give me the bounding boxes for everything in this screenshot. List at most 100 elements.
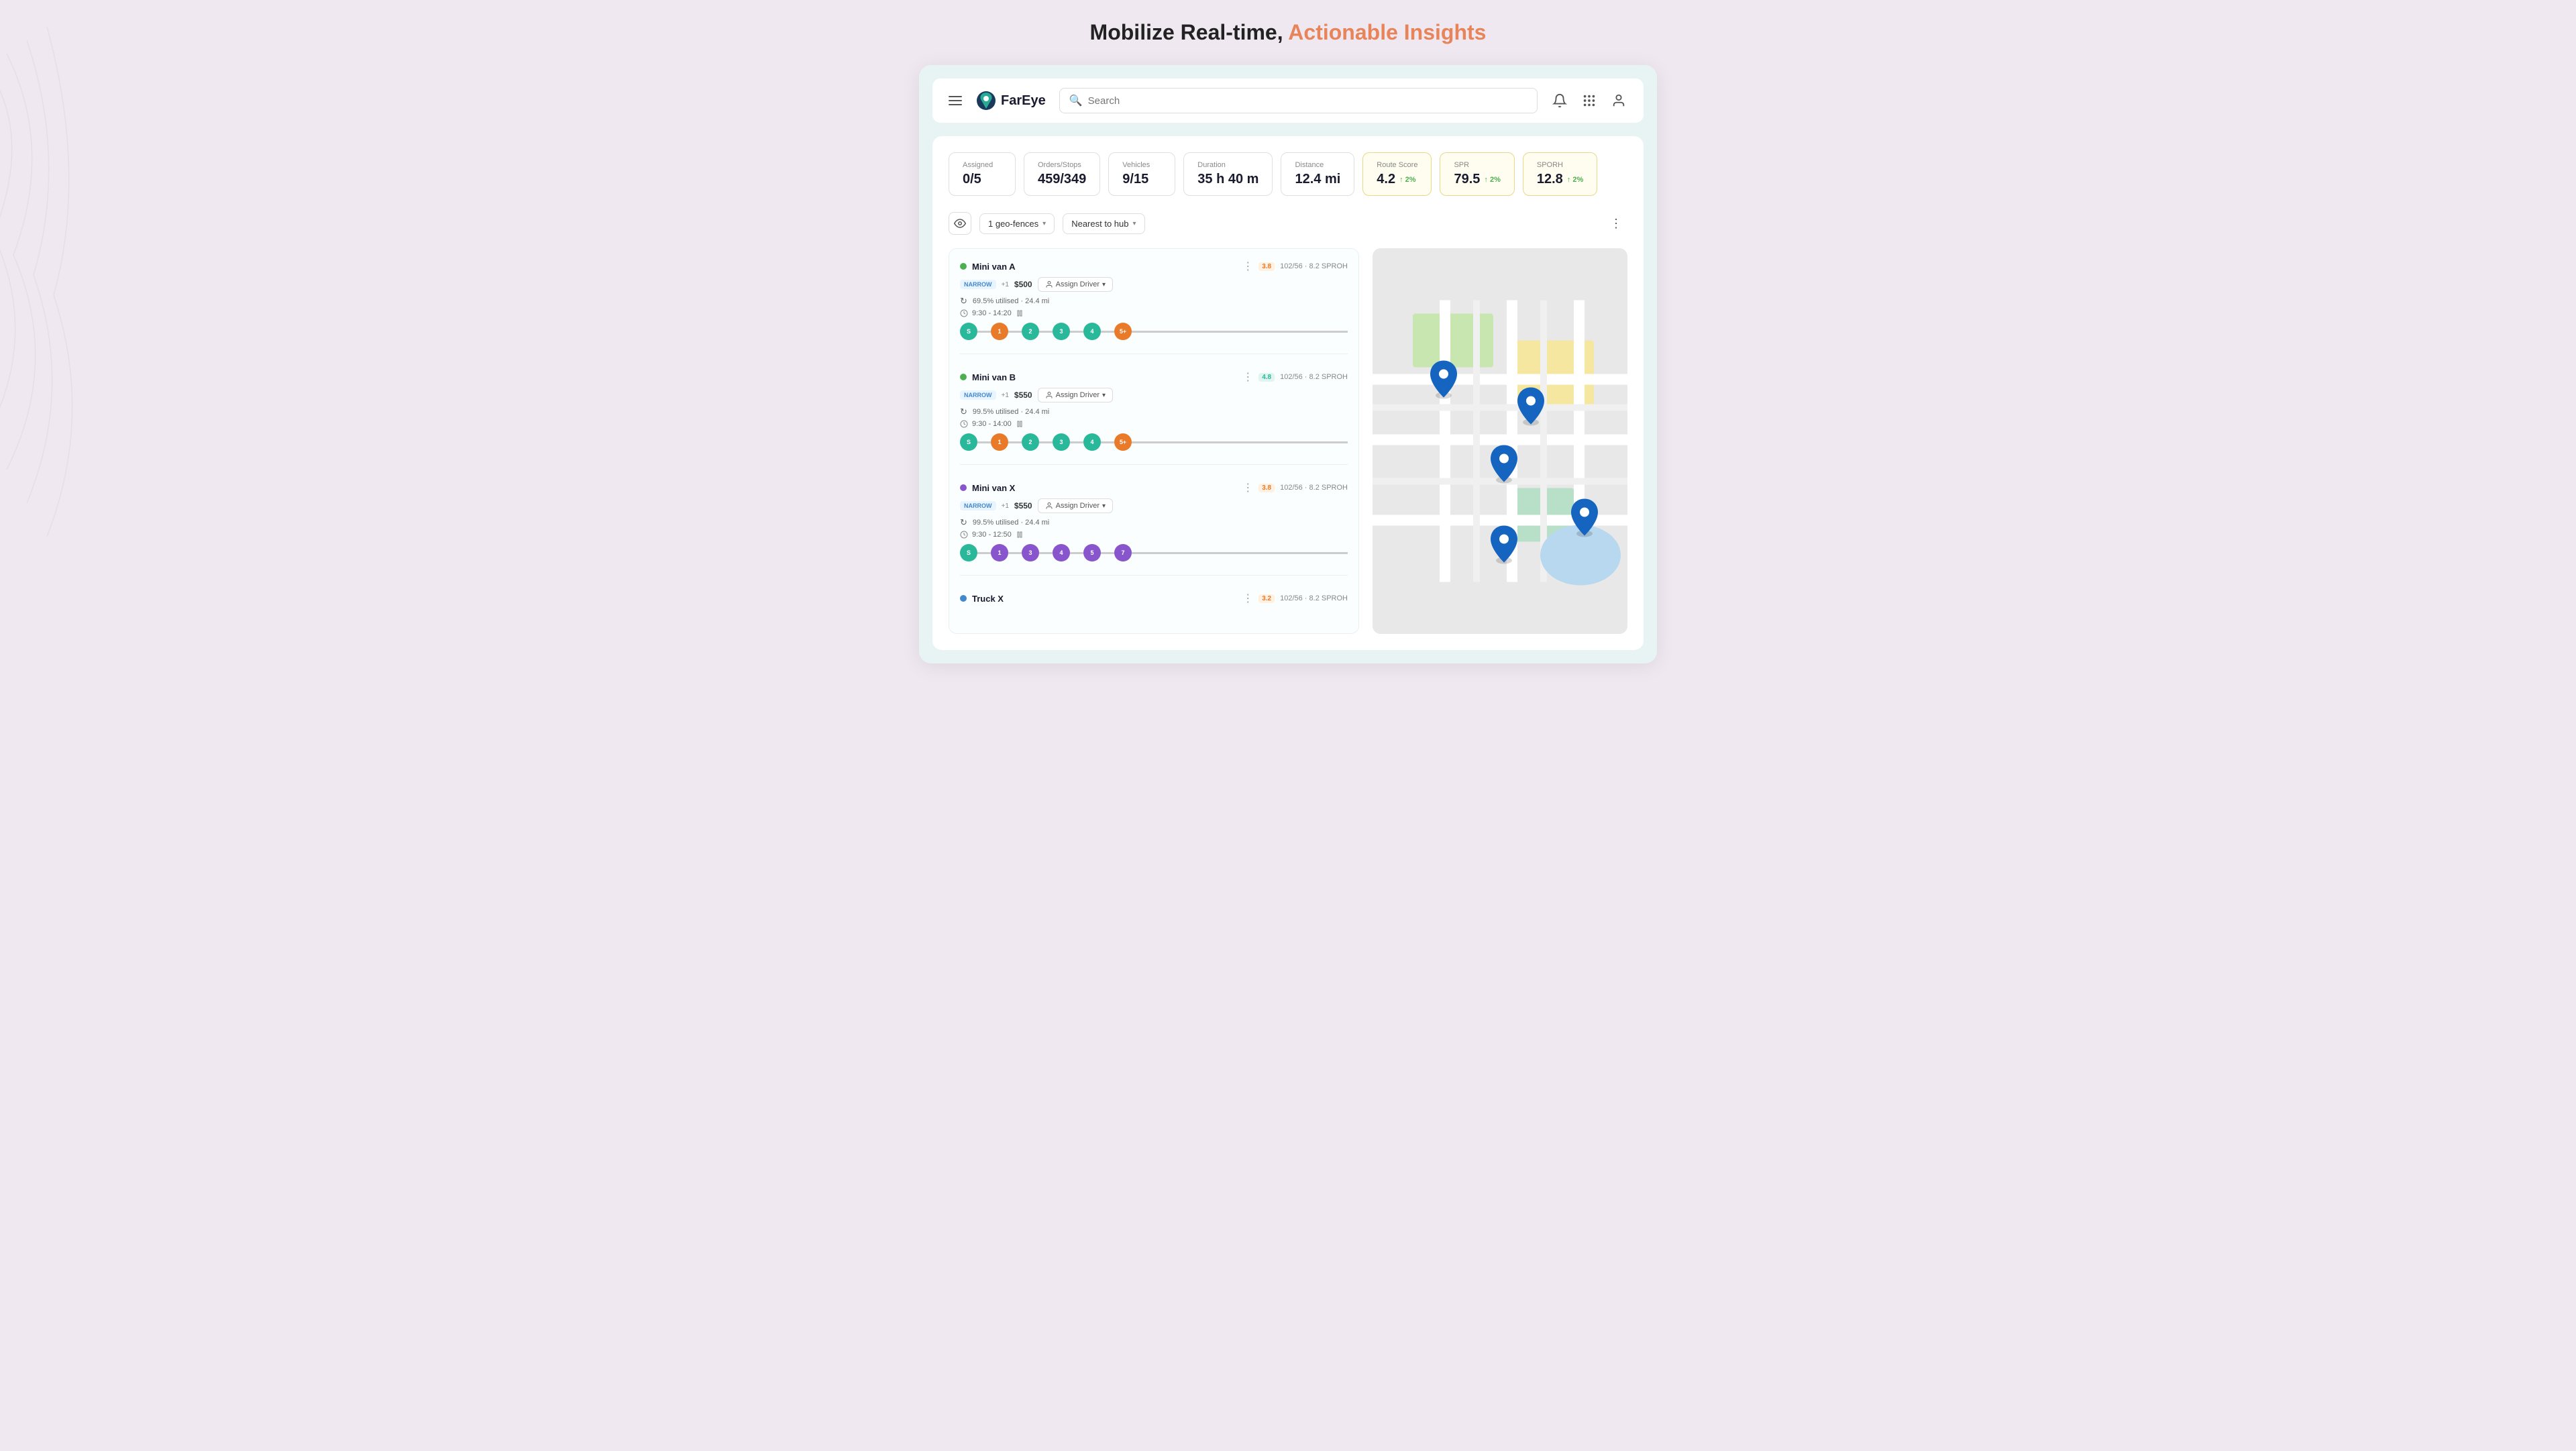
vehicle-tag-plus: +1 [1002,502,1009,510]
route-line [1039,331,1053,333]
route-line [977,441,991,443]
clock-icon [960,309,968,317]
user-profile-icon[interactable] [1610,92,1627,109]
vehicle-status-dot [960,595,967,602]
route-node: 7 [1114,544,1132,561]
logo: FarEye [975,90,1046,111]
utilization-text: 99.5% utilised · 24.4 mi [973,519,1049,527]
route-node: S [960,544,977,561]
vehicle-tag-plus: +1 [1002,392,1009,399]
vehicle-price: $550 [1014,501,1032,510]
assign-driver-button[interactable]: Assign Driver ▾ [1038,388,1113,402]
route-line [1070,441,1083,443]
pause-icon [1016,531,1024,539]
route-node: 5+ [1114,323,1132,340]
vehicle-status-dot [960,263,967,270]
route-node: 2 [1022,323,1039,340]
stat-card: SPR 79.5 ↑ 2% [1440,152,1514,196]
route-line [1070,331,1083,333]
route-node: 1 [991,323,1008,340]
map-area [1373,248,1627,634]
route-line [1101,552,1114,554]
assign-driver-button[interactable]: Assign Driver ▾ [1038,498,1113,513]
vehicle-time: 9:30 - 14:00 [960,420,1348,428]
filter-row: 1 geo-fences ▾ Nearest to hub ▾ ⋮ [949,212,1627,235]
pause-icon [1016,309,1024,317]
search-bar: 🔍 [1059,88,1538,113]
vehicle-status-dot [960,484,967,491]
route-line [1039,441,1053,443]
apps-grid-icon[interactable] [1580,92,1598,109]
stats-row: Assigned 0/5 Orders/Stops 459/349 Vehicl… [949,152,1627,196]
vehicle-badge: 3.2 [1258,594,1275,603]
route-line [1008,331,1022,333]
route-line [1070,552,1083,554]
header-icons [1551,92,1627,109]
route-line [977,552,991,554]
vehicle-badge: 4.8 [1258,373,1275,382]
vehicle-more-options[interactable]: ⋮ [1242,370,1253,384]
vehicle-more-options[interactable]: ⋮ [1242,481,1253,494]
vehicle-header: Truck X ⋮ 3.2 102/56 · 8.2 SPROH [960,592,1348,605]
hamburger-menu[interactable] [949,96,962,105]
stat-card: Route Score 4.2 ↑ 2% [1362,152,1432,196]
vehicle-more-options[interactable]: ⋮ [1242,592,1253,605]
chevron-down-icon: ▾ [1042,220,1046,227]
assign-driver-button[interactable]: Assign Driver ▾ [1038,277,1113,292]
vehicle-tags: NARROW +1 $550 Assign Driver ▾ [960,498,1348,513]
route-node: 4 [1083,323,1101,340]
route-line [1008,441,1022,443]
vehicle-status-dot [960,374,967,380]
vehicle-row: Mini van X ⋮ 3.8 102/56 · 8.2 SPROH NARR… [960,481,1348,576]
vehicle-tags: NARROW +1 $500 Assign Driver ▾ [960,277,1348,292]
geo-fences-filter[interactable]: 1 geo-fences ▾ [979,213,1055,234]
route-node: 5 [1083,544,1101,561]
vehicle-utilization: ↻ 99.5% utilised · 24.4 mi [960,407,1348,417]
vehicle-row: Mini van A ⋮ 3.8 102/56 · 8.2 SPROH NARR… [960,260,1348,354]
time-text: 9:30 - 14:20 [972,309,1012,317]
vehicle-metrics: 102/56 · 8.2 SPROH [1280,373,1348,381]
notification-bell-icon[interactable] [1551,92,1568,109]
vehicle-tag-narrow: NARROW [960,390,996,400]
chevron-down-icon: ▾ [1102,502,1106,510]
vehicle-price: $550 [1014,390,1032,400]
content-grid: Mini van A ⋮ 3.8 102/56 · 8.2 SPROH NARR… [949,248,1627,634]
vehicle-name: Mini van X [972,483,1237,493]
vehicle-header: Mini van X ⋮ 3.8 102/56 · 8.2 SPROH [960,481,1348,494]
vehicle-tag-plus: +1 [1002,281,1009,288]
route-node: 4 [1053,544,1070,561]
route-node: 5+ [1114,433,1132,451]
map-svg [1373,248,1627,634]
stat-card: Distance 12.4 mi [1281,152,1354,196]
utilization-text: 99.5% utilised · 24.4 mi [973,408,1049,416]
vehicle-badge: 3.8 [1258,484,1275,492]
route-node: 3 [1053,433,1070,451]
visibility-toggle[interactable] [949,212,971,235]
search-input[interactable] [1088,95,1527,107]
vehicle-badge: 3.8 [1258,262,1275,271]
vehicle-row: Mini van B ⋮ 4.8 102/56 · 8.2 SPROH NARR… [960,370,1348,465]
vehicle-header: Mini van B ⋮ 4.8 102/56 · 8.2 SPROH [960,370,1348,384]
route-line [1008,552,1022,554]
route-node: S [960,433,977,451]
chevron-down-icon: ▾ [1102,281,1106,288]
vehicle-more-options[interactable]: ⋮ [1242,260,1253,273]
vehicle-name: Truck X [972,594,1237,604]
vehicle-tags: NARROW +1 $550 Assign Driver ▾ [960,388,1348,402]
browser-window: FarEye 🔍 [919,65,1657,663]
vehicle-time: 9:30 - 12:50 [960,531,1348,539]
nearest-hub-filter[interactable]: Nearest to hub ▾ [1063,213,1144,234]
vehicle-tag-narrow: NARROW [960,501,996,510]
vehicle-header: Mini van A ⋮ 3.8 102/56 · 8.2 SPROH [960,260,1348,273]
time-text: 9:30 - 14:00 [972,420,1012,428]
pause-icon [1016,420,1024,428]
more-options-button[interactable]: ⋮ [1605,212,1627,235]
chevron-down-icon: ▾ [1132,220,1136,227]
route-end-line [1132,441,1348,443]
vehicle-utilization: ↻ 69.5% utilised · 24.4 mi [960,296,1348,307]
stat-card: Duration 35 h 40 m [1183,152,1273,196]
vehicle-name: Mini van A [972,262,1237,272]
time-text: 9:30 - 12:50 [972,531,1012,539]
vehicle-metrics: 102/56 · 8.2 SPROH [1280,484,1348,492]
vehicle-price: $500 [1014,280,1032,289]
